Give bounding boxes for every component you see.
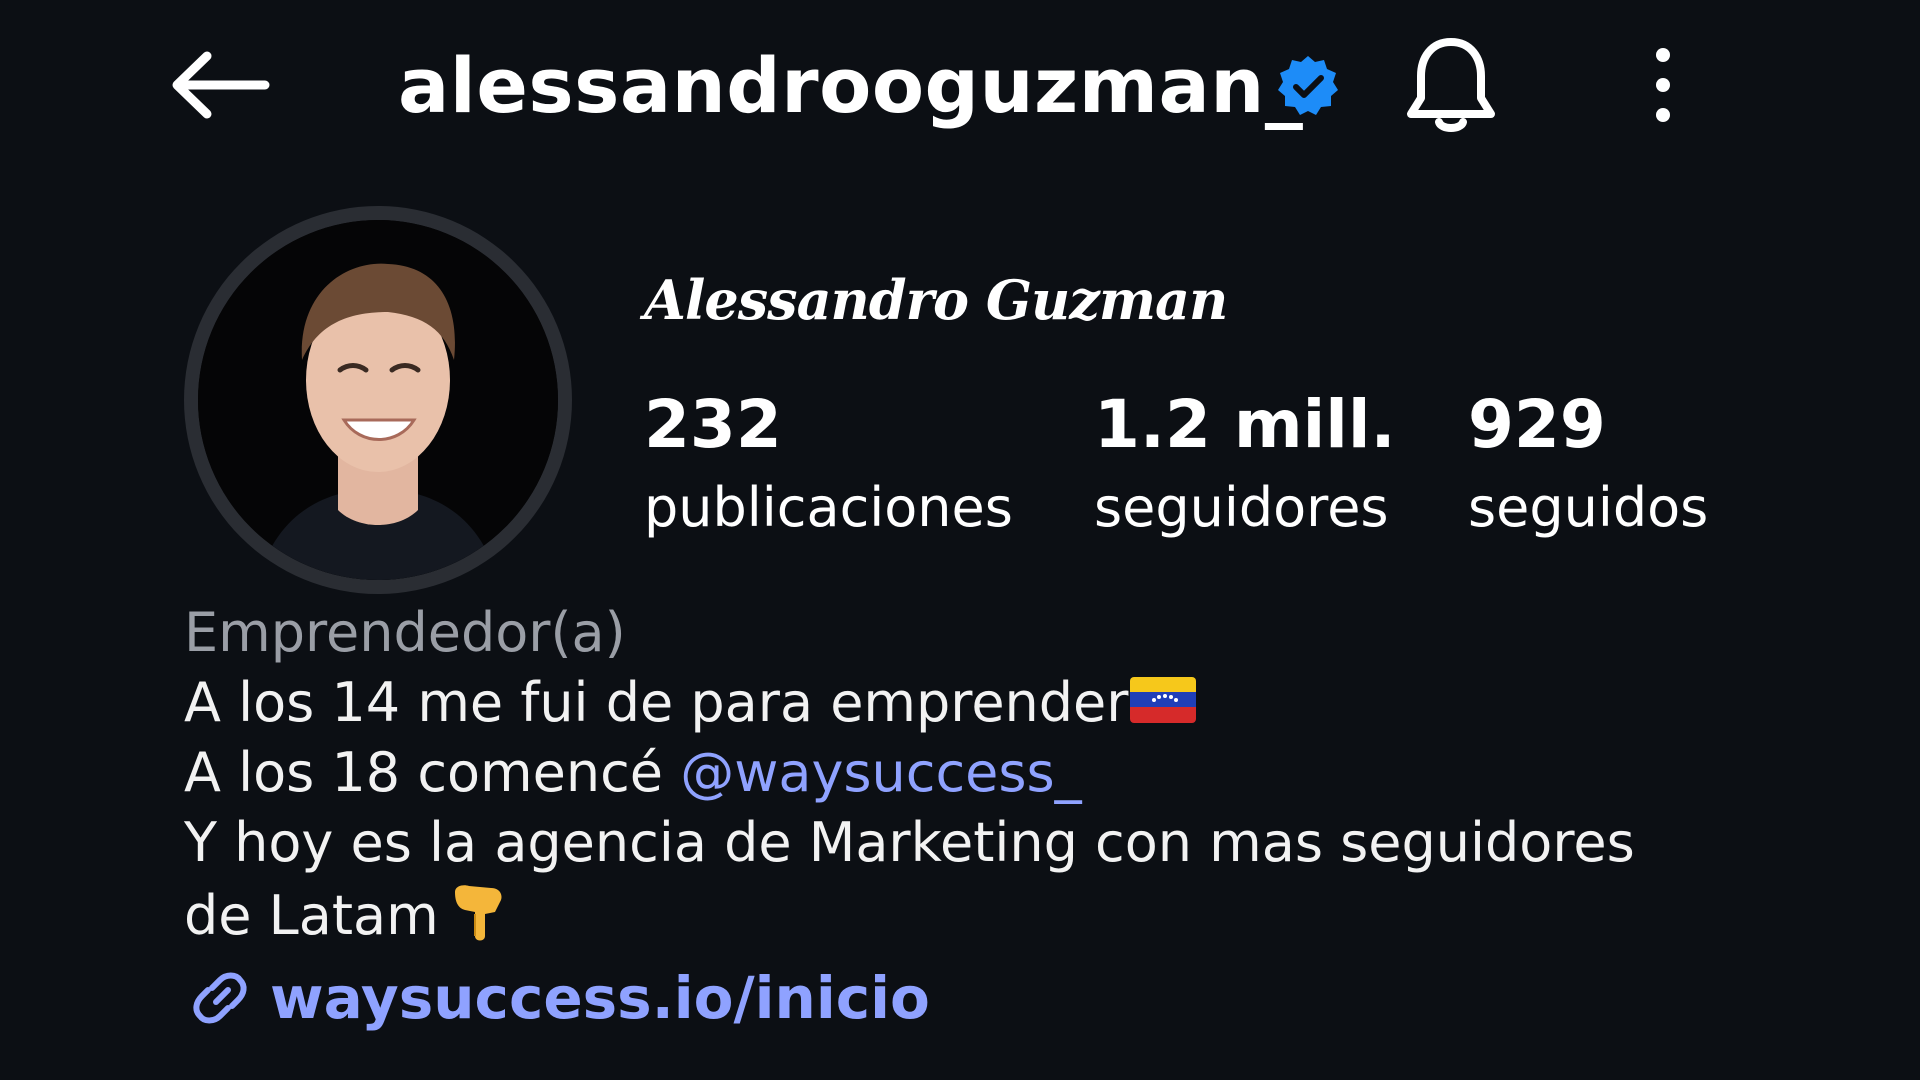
stat-posts[interactable]: 232 publicaciones [644, 380, 1013, 546]
notifications-button[interactable] [1398, 28, 1504, 140]
pointing-down-emoji-icon [454, 885, 502, 941]
bio-line-1: A los 14 me fui de para emprender [184, 668, 1824, 738]
bio-line-2-text: A los 18 comencé [184, 741, 681, 804]
stat-following-label: seguidos [1468, 476, 1709, 539]
bio-line-1-text: A los 14 me fui de para emprender [184, 671, 1129, 734]
profile-display-name: Alessandro Guzman [644, 268, 1228, 332]
more-options-button[interactable] [1630, 40, 1696, 130]
profile-screen: alessandrooguzman_ Alessandro Guzman 232… [0, 0, 1920, 1080]
stat-followers[interactable]: 1.2 mill. seguidores [1094, 380, 1396, 546]
bio-line-3: Y hoy es la agencia de Marketing con mas… [184, 811, 1635, 874]
profile-avatar[interactable] [184, 206, 572, 594]
profile-bio: Emprendedor(a) A los 14 me fui de para e… [184, 598, 1824, 951]
arrow-left-icon [172, 51, 270, 119]
verified-badge-icon [1278, 56, 1338, 115]
bio-category: Emprendedor(a) [184, 601, 626, 664]
avatar-photo [198, 220, 558, 580]
bell-icon [1407, 38, 1495, 132]
bio-mention-link[interactable]: @waysuccess_ [680, 741, 1081, 804]
profile-username: alessandrooguzman_ [398, 41, 1304, 130]
link-icon [193, 972, 247, 1024]
back-button[interactable] [166, 40, 276, 130]
venezuela-flag-icon [1130, 677, 1197, 723]
bio-line-4: de Latam [184, 878, 1824, 951]
bio-line-2: A los 18 comencé @waysuccess_ [184, 738, 1824, 808]
bio-website-text: waysuccess.io/inicio [270, 964, 930, 1032]
stat-followers-count: 1.2 mill. [1094, 386, 1396, 463]
stat-following-count: 929 [1468, 386, 1606, 463]
bio-line-4-text: de Latam [184, 884, 439, 947]
stat-posts-label: publicaciones [644, 476, 1013, 539]
stat-following[interactable]: 929 seguidos [1468, 380, 1708, 546]
stat-followers-label: seguidores [1094, 476, 1389, 539]
bio-website-link[interactable]: waysuccess.io/inicio [184, 962, 930, 1034]
more-vertical-icon [1656, 48, 1670, 122]
stat-posts-count: 232 [644, 386, 782, 463]
